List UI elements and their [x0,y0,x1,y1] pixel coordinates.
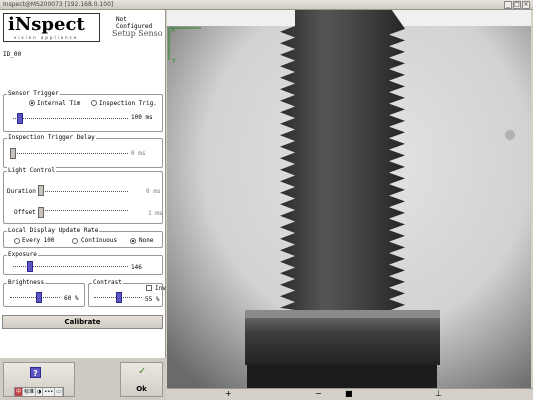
exposure-legend: Exposure [7,251,38,258]
bottom-button-bar: ? 中 标准 ◑ ••• ▭ ✓ Ok [0,358,166,400]
exposure-value: 146 [131,264,142,271]
light-control-group: Light Control Duration 0 ms Offset 1 ms [3,167,163,224]
status-text: Not Configured [116,16,153,30]
ime-toolbar[interactable]: 中 标准 ◑ ••• ▭ [14,387,64,397]
minimize-button[interactable]: _ [504,1,512,9]
invert-label: Inv [155,285,166,292]
brightness-slider-track [10,297,60,298]
screw-silhouette [280,10,405,311]
delay-value: 0 ms [131,150,146,157]
contrast-value: 55 % [145,296,160,303]
logo-tagline: vision appliance [14,35,79,40]
mode-title: Setup Senso [112,29,163,38]
offset-value: 1 ms [148,210,163,217]
image-status-bar: + − ■ ⊥ [167,388,533,400]
close-button[interactable]: × [522,1,530,9]
delay-slider-thumb[interactable] [10,148,16,159]
trigger-value: 100 ms [131,114,153,121]
exposure-slider-thumb[interactable] [27,261,33,272]
internal-timer-radio[interactable] [29,100,35,106]
zoom-in-icon[interactable]: + [225,390,232,398]
brightness-legend: Brightness [7,279,46,286]
screw-head [245,310,440,365]
calibrate-button[interactable]: Calibrate [2,315,163,329]
window-title: Inspect@MS200073 [192.168.0.100] [3,1,114,8]
light-control-legend: Light Control [7,167,56,174]
baseline-icon[interactable]: ⊥ [435,390,442,398]
inspection-trigger-label: Inspection Trig. [99,100,157,107]
ok-button[interactable]: ✓ Ok [120,362,163,397]
help-button[interactable]: ? 中 标准 ◑ ••• ▭ [3,362,75,397]
none-radio[interactable] [130,238,136,244]
help-icon: ? [30,367,41,378]
duration-label: Duration [7,188,36,195]
duration-slider-track [41,191,128,192]
title-bar: Inspect@MS200073 [192.168.0.100] _ □ × [0,0,533,10]
none-label: None [139,237,154,244]
camera-image-view[interactable] [167,10,531,388]
trigger-slider-thumb[interactable] [17,113,23,124]
every-100-label: Every 100 [22,237,55,244]
invert-checkbox[interactable] [146,285,152,291]
brightness-slider-thumb[interactable] [36,292,42,303]
ime-moon-icon[interactable]: ◑ [36,388,44,396]
continuous-radio[interactable] [72,238,78,244]
axis-x-label: X [171,27,176,34]
duration-value: 0 ms [146,188,161,195]
ime-mode[interactable]: 标准 [23,388,37,396]
trigger-delay-group: Inspection Trigger Delay 0 ms [3,134,163,168]
contrast-slider-thumb[interactable] [116,292,122,303]
stop-icon[interactable]: ■ [345,390,353,398]
offset-slider-track [41,210,128,211]
checkmark-icon: ✓ [138,366,147,377]
axis-y-label: Y [172,58,176,65]
trigger-slider-track [13,118,128,119]
maximize-button[interactable]: □ [513,1,521,9]
inspection-trigger-radio[interactable] [91,100,97,106]
duration-slider-thumb[interactable] [38,185,44,196]
exposure-group: Exposure 146 [3,251,163,275]
ime-keyboard-icon[interactable]: ▭ [55,388,63,396]
sensor-trigger-group: Sensor Trigger Internal Tim Inspection T… [3,90,163,132]
logo: iNspect vision appliance [3,13,100,42]
logo-text: iNspect [8,14,85,35]
brightness-value: 60 % [64,295,79,302]
control-panel: iNspect vision appliance Not Configured … [0,10,166,400]
every-100-radio[interactable] [14,238,20,244]
offset-slider-thumb[interactable] [38,207,44,218]
zoom-out-icon[interactable]: − [315,390,322,398]
ime-lang-icon[interactable]: 中 [15,388,24,396]
sensor-trigger-legend: Sensor Trigger [7,90,60,97]
continuous-label: Continuous [81,237,118,244]
contrast-group: Contrast Inv 55 % [88,279,166,307]
ime-punct-icon[interactable]: ••• [43,388,56,396]
trigger-delay-legend: Inspection Trigger Delay [7,134,96,141]
delay-slider-track [13,153,128,154]
internal-timer-label: Internal Tim [37,100,81,107]
sensor-id: ID_00 [3,51,22,58]
camera-image [167,10,531,388]
display-update-legend: Local Display Update Rate [7,227,100,234]
brightness-group: Brightness 60 % [3,279,85,307]
display-update-group: Local Display Update Rate Every 100 Cont… [3,227,163,248]
offset-label: Offset [14,209,36,216]
contrast-legend: Contrast [92,279,123,286]
ok-label: Ok [136,385,147,393]
